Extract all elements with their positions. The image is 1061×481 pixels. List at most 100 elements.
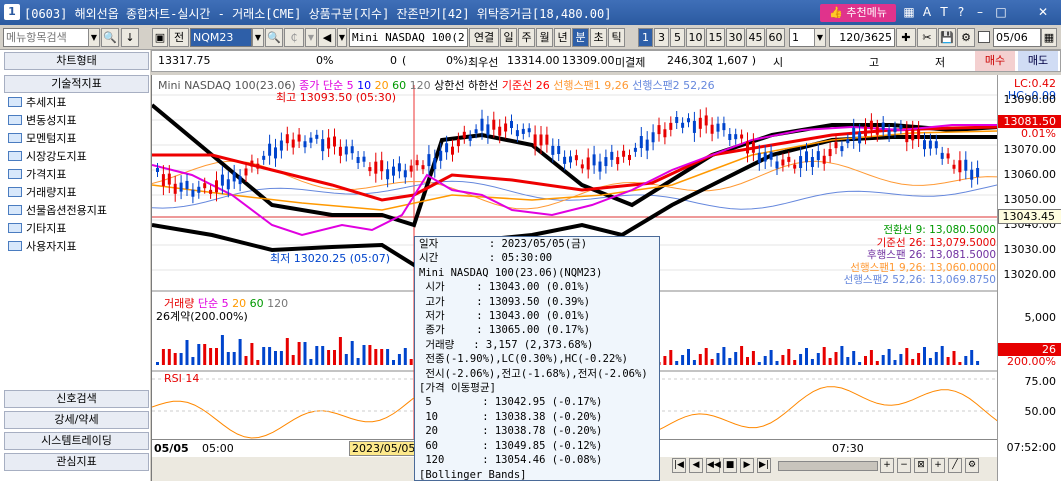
vol-tick-5000: 5,000 [1024,311,1057,324]
date-input[interactable] [993,28,1041,47]
arrow-down-icon[interactable]: ↓ [121,28,139,47]
interval-3-button[interactable]: 3 [654,28,669,47]
interval-count-input[interactable] [789,28,815,47]
delete-icon[interactable]: ✂ [917,28,937,47]
best-bid: 13309.00 [562,54,615,67]
search-icon[interactable]: 🔍 [101,28,119,47]
text-icon[interactable]: T [937,4,951,20]
calendar-icon[interactable]: ▦ [1041,28,1057,47]
config-icon[interactable]: ⚙ [965,458,979,473]
candle-body [232,172,236,182]
candle-body [468,135,472,141]
chart-form-header[interactable]: 차트형태 [4,52,149,70]
currency-icon[interactable]: ₵ [284,28,304,47]
crosshair-price-box: 13043.45 [998,209,1061,224]
open-label: 시 [773,56,784,69]
jeon-button[interactable]: 전 [169,28,189,47]
window-icon[interactable]: ▣ [152,28,168,47]
symbol-code-input[interactable] [190,28,252,47]
interval-45-button[interactable]: 45 [746,28,765,47]
count-dropdown-icon[interactable]: ▼ [814,28,826,47]
currency-dropdown-icon[interactable]: ▼ [305,28,317,47]
sell-button[interactable]: 매도 [1018,51,1058,71]
span1-line [152,160,998,210]
volume-bar [946,357,950,365]
nav-play-icon[interactable]: ▶ [740,458,754,473]
current-price: 13317.75 [158,54,211,67]
interval-30-button[interactable]: 30 [726,28,745,47]
period-2-button[interactable]: 주 [518,28,535,47]
date-checkbox[interactable] [978,31,990,43]
interval-10-button[interactable]: 10 [686,28,705,47]
candle-body [822,155,826,164]
recommend-menu-button[interactable]: 👍 추천메뉴 [820,4,896,22]
save-icon[interactable]: 💾 [938,28,956,47]
period-7-button[interactable]: 틱 [608,28,625,47]
nav-first-icon[interactable]: |◀ [672,458,686,473]
candle-body [834,142,838,149]
indicator-folder-item[interactable]: 추세지표 [8,94,66,111]
period-0-button[interactable]: 연결 [469,28,499,47]
add-icon[interactable]: ✚ [896,28,916,47]
nav-prev-icon[interactable]: ◀ [689,458,703,473]
dropdown-arrow-icon[interactable]: ▼ [88,28,100,47]
left-bottom-item[interactable]: 관심지표 [4,453,149,471]
candle-body [887,130,891,137]
period-6-button[interactable]: 초 [590,28,607,47]
cross-icon[interactable]: + [931,458,945,473]
indicator-folder-item[interactable]: 가격지표 [8,166,66,183]
volume-bar [350,341,354,365]
nav-rewind-icon[interactable]: ◀◀ [706,458,721,473]
volume-bar [787,349,791,365]
indicator-folder-item[interactable]: 거래량지표 [8,184,77,201]
font-size-icon[interactable]: A [920,4,934,20]
interval-5-button[interactable]: 5 [670,28,685,47]
menu-search-input[interactable] [3,28,89,47]
left-bottom-item[interactable]: 시스템트레이딩 [4,432,149,450]
tech-indicator-header[interactable]: 기술적지표 [4,75,149,93]
zoom-out-icon[interactable]: − [897,458,911,473]
code-dropdown-icon[interactable]: ▼ [252,28,264,47]
close-icon[interactable]: ✕ [1036,4,1050,20]
settings-icon[interactable]: ⚙ [957,28,975,47]
candle-body [291,139,295,148]
minimize-icon[interactable]: – [973,4,987,20]
scroll-track[interactable] [778,461,878,471]
period-5-button[interactable]: 분 [572,28,589,47]
maximize-icon[interactable]: □ [994,4,1008,20]
interval-60-button[interactable]: 60 [766,28,785,47]
interval-15-button[interactable]: 15 [706,28,725,47]
candle-body [197,186,201,193]
indicator-folder-item[interactable]: 선물옵션전용지표 [8,202,107,219]
product-name-field[interactable] [349,28,468,47]
period-3-button[interactable]: 월 [536,28,553,47]
indicator-folder-item[interactable]: 모멘텀지표 [8,130,77,147]
period-1-button[interactable]: 일 [500,28,517,47]
tooltip-row: 5 : 13042.95 (-0.17%) [419,396,603,409]
indicator-folder-item[interactable]: 기타지표 [8,220,66,237]
speaker-dropdown-icon[interactable]: ▼ [337,28,347,47]
range-input[interactable] [829,28,895,47]
zoom-in-icon[interactable]: + [880,458,894,473]
grid-icon[interactable]: ▦ [902,4,916,20]
volume-bar [864,356,867,365]
period-4-button[interactable]: 년 [554,28,571,47]
buy-button[interactable]: 매수 [975,51,1015,71]
speaker-icon[interactable]: ◀ [318,28,336,47]
interval-1-button[interactable]: 1 [638,28,653,47]
help-icon[interactable]: ? [954,4,968,20]
nav-stop-icon[interactable]: ■ [723,458,737,473]
indicator-folder-item[interactable]: 사용자지표 [8,238,77,255]
search-code-icon[interactable]: 🔍 [265,28,283,47]
candle-body [799,156,803,169]
volume-bar [810,359,814,365]
candle-body [515,130,519,137]
left-bottom-item[interactable]: 강세/약세 [4,411,149,429]
left-bottom-item[interactable]: 신호검색 [4,390,149,408]
candle-body [604,157,608,167]
indicator-folder-item[interactable]: 변동성지표 [8,112,77,129]
nav-last-icon[interactable]: ▶| [757,458,771,473]
line-icon[interactable]: ╱ [948,458,962,473]
indicator-folder-item[interactable]: 시장강도지표 [8,148,87,165]
fit-icon[interactable]: ⊠ [914,458,928,473]
